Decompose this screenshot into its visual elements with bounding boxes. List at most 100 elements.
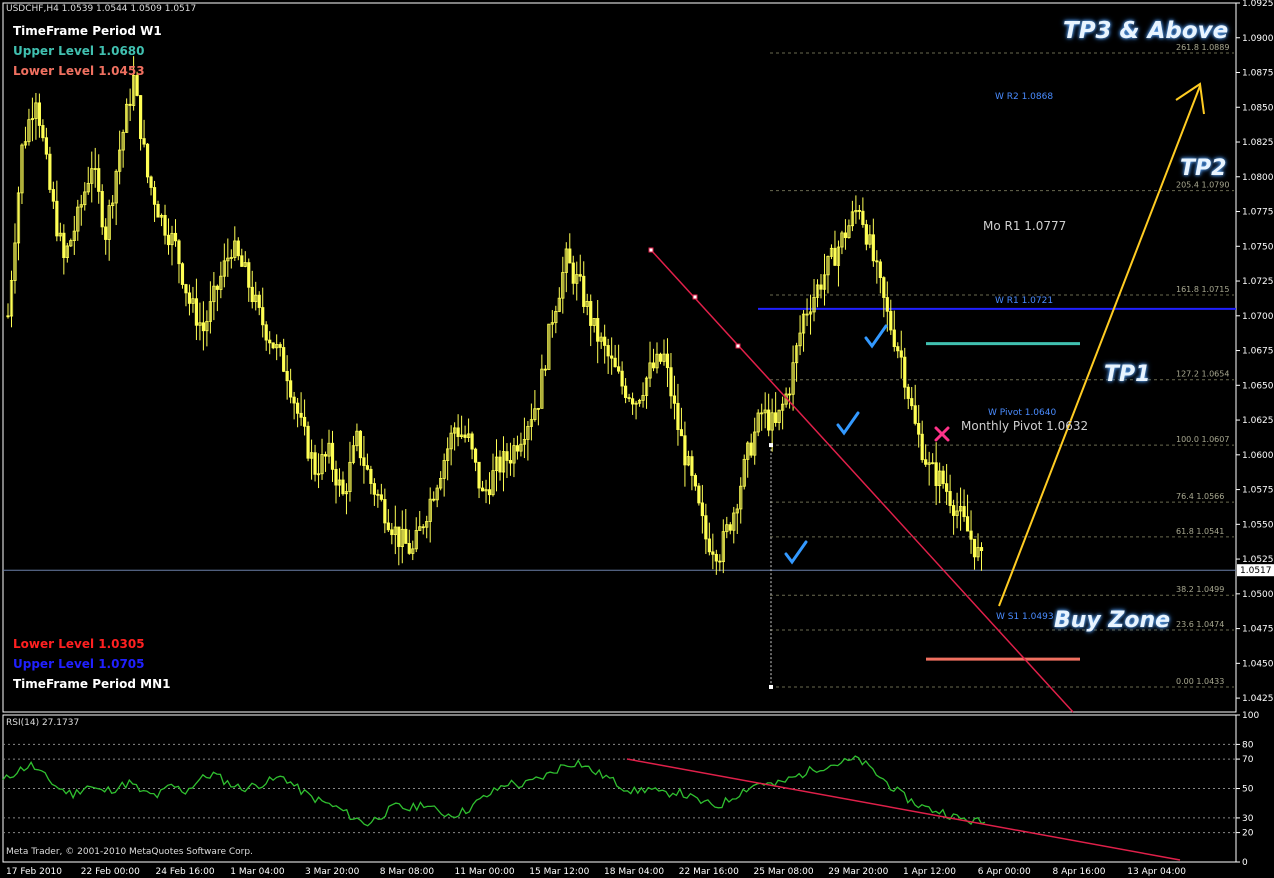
candle-body [711,551,715,555]
candle-body [289,380,293,398]
candle-body [965,516,970,532]
candle-body [749,442,753,456]
candle-body [906,386,910,399]
fib-level-label: 38.2 1.0499 [1176,585,1224,594]
rsi-tick-label: 80 [1242,740,1254,750]
candle-body [788,393,792,396]
candle-body [578,274,582,277]
candle-body [624,385,628,398]
candle-body [571,262,575,284]
candle-body [236,240,240,257]
candle-body [676,402,680,430]
candle-body [899,350,903,358]
candle-body [473,448,478,463]
candle-body [669,367,673,397]
rsi-tick-label: 0 [1242,858,1248,868]
candle-body [767,409,771,431]
candle-body [404,528,408,544]
fib-level-label: 100.0 1.0607 [1176,435,1229,444]
target-arrow-line [998,85,1201,607]
x-tick-label: 8 Apr 16:00 [1053,867,1106,877]
candle-body [875,260,879,263]
candle-body [651,362,656,369]
x-tick-label: 29 Mar 20:00 [828,867,888,877]
candle-body [498,456,502,473]
fib-level-label: 127.2 1.0654 [1176,370,1229,379]
x-tick-label: 8 Mar 08:00 [380,867,435,877]
y-tick-label: 1.0875 [1242,69,1274,79]
candle-body [543,368,547,371]
candle-body [138,95,143,139]
candle-body [128,103,132,106]
candle-body [184,284,188,294]
x-tick-label: 15 Mar 12:00 [529,867,589,877]
x-tick-label: 25 Mar 08:00 [754,867,814,877]
y-tick-label: 1.0700 [1242,312,1274,322]
candle-body [505,451,509,461]
candle-body [330,442,335,470]
candle-body [864,224,868,245]
candle-body [142,138,146,145]
rsi-tick-label: 70 [1242,755,1254,765]
candle-body [463,434,467,438]
candle-body [296,402,300,414]
candle-body [240,255,244,267]
candle-body [972,538,977,558]
y-tick-label: 1.0425 [1242,694,1274,704]
candle-body [166,234,171,246]
candle-body [6,315,10,318]
candle-body [187,292,192,304]
x-tick-label: 17 Feb 2010 [6,867,62,877]
candle-body [156,203,160,218]
candle-body [104,226,108,240]
candle-body [718,560,722,563]
y-tick-label: 1.0675 [1242,347,1274,357]
candle-body [896,346,900,352]
candle-body [365,465,369,470]
fib-level-label: 161.8 1.0715 [1176,285,1229,294]
candle-body [969,530,973,540]
candle-body [979,547,984,552]
candle-body [714,553,718,562]
candle-body [962,506,966,518]
candle-body [568,248,572,264]
y-tick-label: 1.0900 [1242,34,1274,44]
candle-body [41,125,45,139]
fib-level-label: 76.4 1.0566 [1176,492,1224,501]
chart-canvas: 1.0925 1.0900 1.0875 1.0850 1.0825 1.0800 1.07… [2,0,1274,877]
candle-body [306,425,310,459]
candle-body [508,460,513,464]
x-tick-label: 22 Feb 00:00 [81,867,140,877]
candle-body [861,210,865,225]
candle-body [97,168,101,192]
x-tick-label: 1 Apr 12:00 [903,867,956,877]
candle-body [55,200,59,237]
candle-body [369,468,373,484]
rsi-tick-label: 50 [1242,785,1254,795]
candle-body [913,405,917,424]
candle-body [278,344,282,348]
candle-body [358,430,363,459]
candle-body [386,522,390,531]
candle-body [658,353,663,362]
candle-body [665,353,670,369]
checkmark-icon [864,324,888,349]
candle-body [693,475,697,487]
candle-body [372,483,376,495]
candle-body [589,301,593,326]
trendline-point [735,343,741,349]
candle-body [903,356,907,388]
candle-body [48,153,52,190]
candle-body [163,214,167,236]
candle-body [145,143,150,178]
w-s1-label: W S1 1.0493 [996,612,1054,622]
candle-body [882,277,886,298]
candle-body [390,529,394,536]
candle-body [857,210,861,212]
candle-body [152,187,157,205]
candle-body [257,294,261,308]
candle-body [910,398,914,407]
candle-body [596,318,600,342]
fib-level-label: 0.00 1.0433 [1176,677,1224,686]
y-tick-label: 1.0825 [1242,138,1274,148]
